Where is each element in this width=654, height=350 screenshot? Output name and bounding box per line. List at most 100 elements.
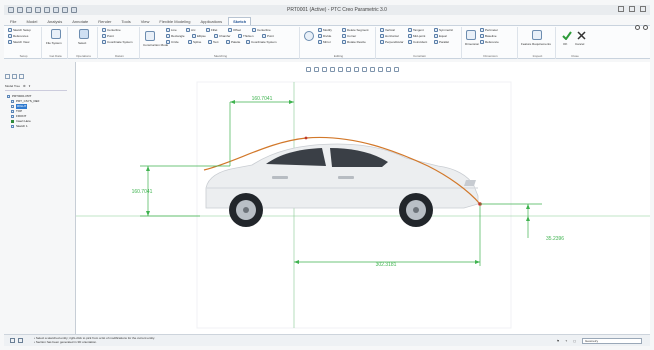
construction-mode-icon[interactable] [145, 31, 155, 41]
feature-requirements-icon[interactable] [532, 30, 542, 40]
sketch-canvas[interactable]: 160.7041 160.7041 35.2396 302.3181 [76, 62, 650, 334]
parallel-button[interactable]: Parallel [434, 40, 449, 44]
folder-browser-tab-icon[interactable] [12, 74, 17, 79]
ok-button[interactable]: OK [563, 42, 567, 46]
fillet-button[interactable]: Fillet [206, 28, 217, 32]
dimension-left-text[interactable]: 160.7041 [132, 189, 153, 195]
dimension-icon[interactable] [466, 30, 476, 40]
reference-button[interactable]: Reference [480, 40, 499, 44]
help-icon[interactable] [635, 25, 640, 30]
help-small-icon[interactable]: ? [565, 339, 567, 343]
spline-icon [188, 40, 192, 44]
rectangle-button[interactable]: Rectangle [166, 34, 185, 38]
cancel-icon[interactable] [577, 31, 586, 40]
chamfer-button[interactable]: Chamfer [214, 34, 231, 38]
redo-icon[interactable] [44, 7, 50, 13]
maximize-button[interactable] [629, 6, 635, 12]
tab-analysis[interactable]: Analysis [43, 18, 66, 25]
palette-button[interactable]: Palette [226, 40, 240, 44]
tangent-button[interactable]: Tangent [408, 28, 424, 32]
arc-button[interactable]: Arc [186, 28, 196, 32]
dimension-button[interactable]: Dimension [465, 42, 479, 46]
mirror-button[interactable]: Mirror [318, 40, 331, 44]
new-icon[interactable] [8, 7, 14, 13]
thicken-button[interactable]: Thicken [238, 34, 254, 38]
sketch-centerline-button[interactable]: Centerline [252, 28, 271, 32]
dimension-top-text[interactable]: 160.7041 [252, 96, 273, 102]
ok-icon[interactable] [562, 31, 572, 40]
perpendicular-button[interactable]: Perpendicular [380, 40, 404, 44]
sketch-view-button[interactable]: Sketch View [8, 40, 29, 44]
favorites-tab-icon[interactable] [19, 74, 24, 79]
ellipse-button[interactable]: Ellipse [192, 34, 206, 38]
datum-point-button[interactable]: Point [102, 34, 114, 38]
sketch-setup-button[interactable]: Sketch Setup [8, 28, 31, 32]
dimension-right-text[interactable]: 35.2396 [546, 236, 564, 242]
modify-button[interactable]: Modify [318, 28, 332, 32]
tab-tools[interactable]: Tools [117, 18, 134, 25]
offset-button[interactable]: Offset [228, 28, 241, 32]
tab-file[interactable]: File [6, 18, 20, 25]
select-button[interactable]: Select [78, 41, 86, 45]
spline-button[interactable]: Spline [188, 40, 201, 44]
undo-icon[interactable] [35, 7, 41, 13]
corner-button[interactable]: Corner [342, 34, 356, 38]
close-button[interactable] [640, 6, 646, 12]
delete-segment-button[interactable]: Delete Segment [342, 28, 369, 32]
tab-render[interactable]: Render [94, 18, 115, 25]
datum-csys-button[interactable]: Coordinate System [102, 40, 133, 44]
group-label: Constrain [413, 54, 426, 58]
tab-sketch[interactable]: Sketch [228, 17, 252, 25]
coincident-button[interactable]: Coincident [408, 40, 427, 44]
select-icon[interactable] [79, 29, 89, 39]
save-icon[interactable] [26, 7, 32, 13]
baseline-button[interactable]: Baseline [480, 34, 497, 38]
group-label: Inspect [532, 54, 543, 58]
settings-icon[interactable] [643, 25, 648, 30]
sketch-point-button[interactable]: Point [262, 34, 274, 38]
symmetric-button[interactable]: Symmetric [434, 28, 453, 32]
open-icon[interactable] [17, 7, 23, 13]
circle-button[interactable]: Circle [166, 40, 179, 44]
spline-control-point[interactable] [304, 136, 308, 140]
rotate-resize-button[interactable]: Rotate Resize [342, 40, 366, 44]
tab-model[interactable]: Model [22, 18, 41, 25]
regen-icon[interactable] [18, 338, 23, 343]
graphics-icon[interactable] [10, 338, 15, 343]
file-system-button[interactable]: File System [46, 41, 62, 45]
mid-point-button[interactable]: Mid-point [408, 34, 425, 38]
tree-settings-icon[interactable]: ⚙ [23, 83, 26, 90]
equal-button[interactable]: Equal [434, 34, 447, 38]
close-window-icon[interactable] [71, 7, 77, 13]
references-button[interactable]: References [8, 34, 28, 38]
file-system-icon[interactable] [51, 29, 61, 39]
references-icon [8, 34, 12, 38]
feature-requirements-button[interactable]: Feature Requirements [521, 42, 551, 46]
modify-icon[interactable] [304, 31, 314, 41]
tab-view[interactable]: View [137, 18, 154, 25]
text-button[interactable]: Text [208, 40, 219, 44]
regenerate-icon[interactable] [53, 7, 59, 13]
minimize-button[interactable] [618, 6, 624, 12]
model-tree-tab-icon[interactable] [5, 74, 10, 79]
graphics-area[interactable]: 160.7041 160.7041 35.2396 302.3181 [76, 62, 650, 334]
smart-filter-dropdown[interactable]: Geometry [582, 338, 642, 344]
perimeter-button[interactable]: Perimeter [480, 28, 498, 32]
vertical-button[interactable]: Vertical [380, 28, 395, 32]
datum-centerline-button[interactable]: Centerline [102, 28, 121, 32]
tab-annotate[interactable]: Annotate [68, 18, 92, 25]
sketch-csys-button[interactable]: Coordinate System [246, 40, 277, 44]
horizontal-button[interactable]: Horizontal [380, 34, 399, 38]
tree-filter-icon[interactable]: ▾ [29, 83, 31, 90]
selection-filter-icon[interactable]: ▢ [573, 339, 576, 343]
flag-icon[interactable]: ⚑ [557, 339, 560, 343]
windows-icon[interactable] [62, 7, 68, 13]
construction-mode-button[interactable]: Construction Mode [143, 43, 168, 47]
tree-item-sketch[interactable]: Sketch 1 [7, 124, 69, 129]
tab-flexible-modeling[interactable]: Flexible Modeling [155, 18, 194, 25]
cancel-button[interactable]: Cancel [575, 42, 584, 46]
dimension-bottom-text[interactable]: 302.3181 [376, 262, 397, 268]
tab-applications[interactable]: Applications [197, 18, 227, 25]
line-button[interactable]: Line [166, 28, 177, 32]
divide-button[interactable]: Divide [318, 34, 331, 38]
